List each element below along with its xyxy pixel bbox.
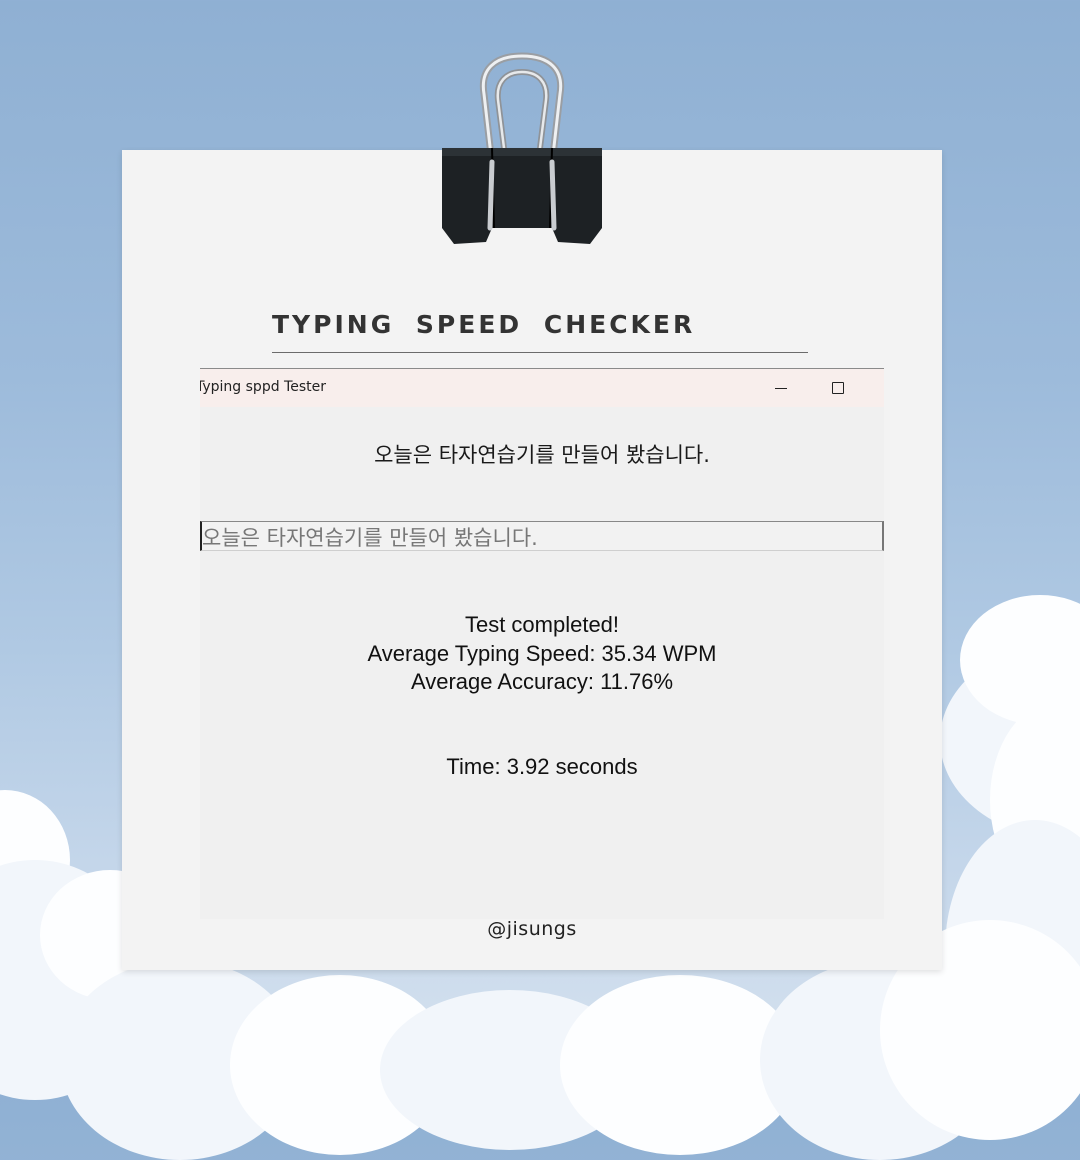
status-message: Test completed! <box>464 612 620 637</box>
page-title: TYPING SPEED CHECKER <box>272 310 696 339</box>
app-window: Typing sppd Tester 오늘은 타자연습기를 만들어 봤습니다. … <box>200 368 884 919</box>
elapsed-time: Time: 3.92 seconds <box>446 754 638 779</box>
typing-input[interactable] <box>200 521 884 551</box>
author-credit: @jisungs <box>487 918 577 940</box>
average-speed: Average Typing Speed: 35.34 WPM <box>367 640 717 666</box>
minimize-icon <box>775 387 787 389</box>
maximize-icon <box>832 382 844 394</box>
prompt-sentence: 오늘은 타자연습기를 만들어 봤습니다. <box>374 443 710 467</box>
results-panel: Test completed! Average Typing Speed: 35… <box>200 611 884 697</box>
title-divider <box>272 352 808 353</box>
maximize-button[interactable] <box>823 373 853 403</box>
binder-clip-icon <box>442 52 602 244</box>
window-title: Typing sppd Tester <box>200 379 326 395</box>
minimize-button[interactable] <box>766 373 796 403</box>
window-titlebar[interactable]: Typing sppd Tester <box>200 369 884 407</box>
average-accuracy: Average Accuracy: 11.76% <box>410 669 674 694</box>
